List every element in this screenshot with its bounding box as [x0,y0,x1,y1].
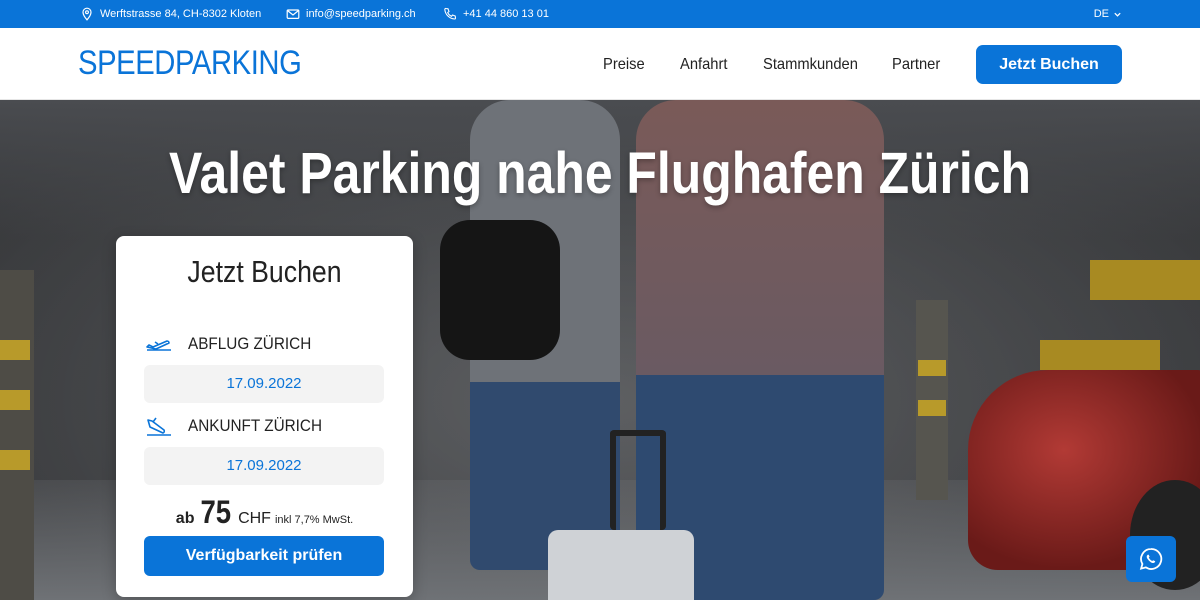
booking-card: Jetzt Buchen ABFLUG ZÜRICH 17.09.2022 AN… [116,236,413,597]
location-pin-icon [82,7,92,21]
wall-stripe [1090,260,1200,300]
nav-link-stammkunden[interactable]: Stammkunden [763,56,858,74]
suitcase-handle [610,430,666,530]
nav-link-preise[interactable]: Preise [603,56,645,74]
price-currency: CHF [238,510,271,527]
hero-section: Valet Parking nahe Flughafen Zürich Jetz… [0,100,1200,600]
departure-row: ABFLUG ZÜRICH [144,332,325,356]
site-header: SPEEDPARKING Preise Anfahrt Stammkunden … [0,28,1200,100]
backpack [440,220,560,360]
pillar-stripe [0,450,30,470]
whatsapp-icon [1139,548,1163,570]
whatsapp-chat-button[interactable] [1126,536,1176,582]
price-vat-note: inkl 7,7% MwSt. [274,514,354,526]
pillar-stripe [918,360,946,376]
price-prefix: ab [175,510,195,527]
nav-link-anfahrt[interactable]: Anfahrt [680,56,727,74]
pillar-stripe [0,390,30,410]
address-text: Werftstrasse 84, CH-8302 Kloten [100,8,262,20]
header-book-button[interactable]: Jetzt Buchen [976,45,1122,84]
arrival-row: ANKUNFT ZÜRICH [144,414,337,438]
address-info: Werftstrasse 84, CH-8302 Kloten [80,0,261,28]
departure-label: ABFLUG ZÜRICH [188,334,312,353]
pillar-left [0,270,34,600]
phone-info[interactable]: +41 44 860 13 01 [443,0,549,28]
price-display: ab 75 CHF inkl 7,7% MwSt. [116,494,413,531]
departure-date-input[interactable]: 17.09.2022 [144,365,384,403]
envelope-icon [286,9,300,19]
plane-takeoff-icon [146,340,171,351]
language-label: DE [1093,8,1109,20]
email-link[interactable]: info@speedparking.ch [306,8,416,20]
email-info[interactable]: info@speedparking.ch [286,0,416,28]
booking-card-title: Jetzt Buchen [187,254,342,289]
pillar-stripe [0,340,30,360]
phone-link[interactable]: +41 44 860 13 01 [463,8,549,20]
arrival-date-input[interactable]: 17.09.2022 [144,447,384,485]
suitcase [548,530,694,600]
price-value: 75 [200,494,232,530]
language-selector[interactable]: DE [1094,0,1122,28]
wall-stripe [1040,340,1160,370]
pillar-stripe [918,400,946,416]
plane-landing-icon [147,417,171,436]
chevron-down-icon [1114,12,1121,17]
hero-title: Valet Parking nahe Flughafen Zürich [169,141,1031,206]
check-availability-button[interactable]: Verfügbarkeit prüfen [144,536,384,576]
site-logo[interactable]: SPEEDPARKING [78,44,302,83]
arrival-label: ANKUNFT ZÜRICH [188,416,323,435]
top-info-bar: Werftstrasse 84, CH-8302 Kloten info@spe… [0,0,1200,28]
phone-icon [444,7,457,20]
nav-link-partner[interactable]: Partner [892,56,940,74]
